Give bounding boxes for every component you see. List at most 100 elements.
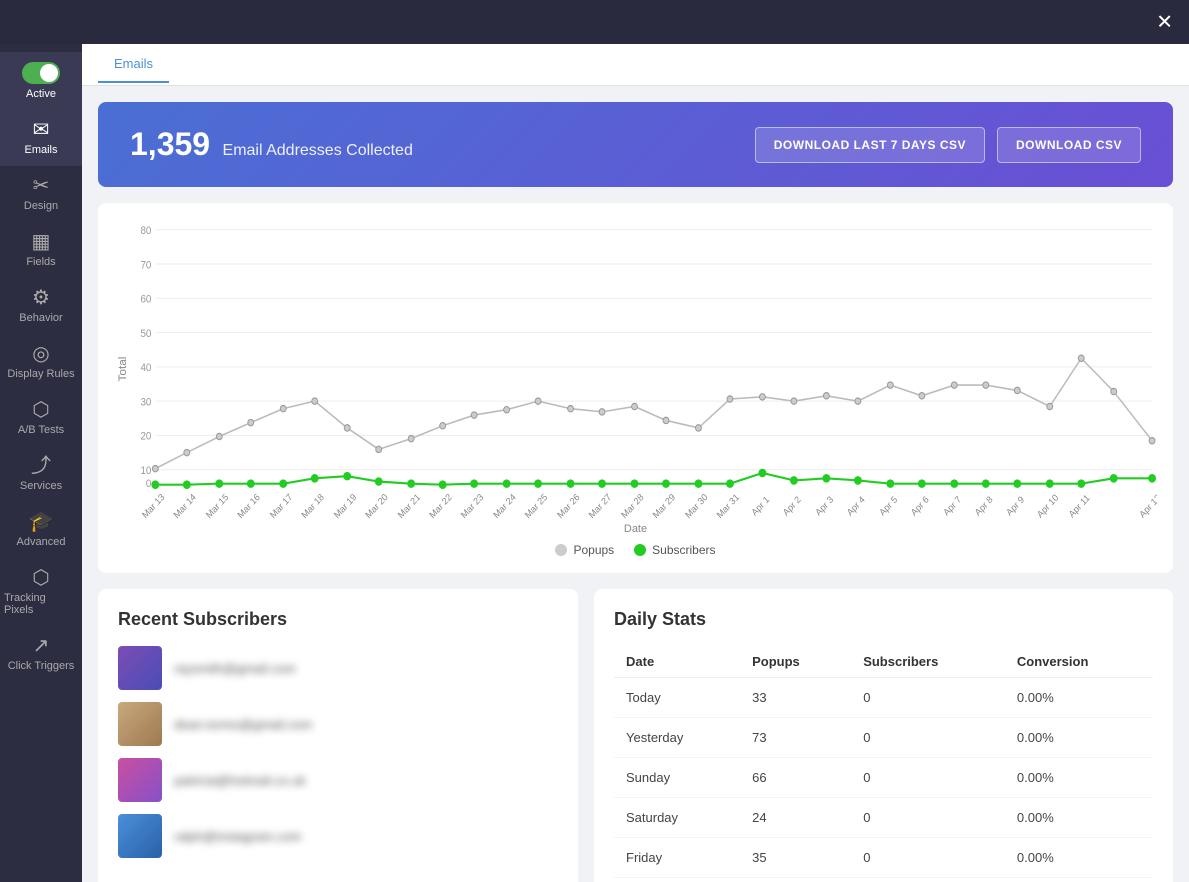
table-row: Saturday 24 0 0.00% — [614, 798, 1153, 838]
toggle-knob — [40, 64, 58, 82]
chart-section: 80 70 60 50 40 30 20 10 0 Total — [98, 203, 1173, 573]
svg-text:Mar 16: Mar 16 — [236, 492, 262, 519]
download-csv-button[interactable]: DOWNLOAD CSV — [997, 127, 1141, 163]
svg-text:Apr 9: Apr 9 — [1004, 494, 1026, 518]
cell-popups: 73 — [740, 718, 851, 758]
svg-text:Apr 3: Apr 3 — [814, 494, 836, 518]
svg-text:Apr 8: Apr 8 — [973, 494, 995, 518]
cell-conversion: 0.00% — [1005, 878, 1153, 882]
daily-stats-panel: Daily Stats Date Popups Subscribers Conv… — [594, 589, 1173, 882]
col-conversion: Conversion — [1005, 646, 1153, 678]
cell-conversion: 0.00% — [1005, 718, 1153, 758]
svg-text:Mar 22: Mar 22 — [427, 492, 453, 519]
subscriber-list: raysmith@gmail.com dean.torres@gmail.com… — [118, 646, 558, 858]
subscriber-item: dean.torres@gmail.com — [118, 702, 558, 746]
svg-text:Total: Total — [117, 357, 128, 382]
svg-text:Mar 24: Mar 24 — [491, 492, 517, 519]
svg-text:Mar 26: Mar 26 — [555, 492, 581, 519]
col-popups: Popups — [740, 646, 851, 678]
sidebar-item-label: Design — [24, 200, 58, 212]
svg-text:40: 40 — [140, 363, 151, 374]
fields-icon: ▦ — [32, 232, 51, 252]
cell-date: Thursday — [614, 878, 740, 882]
stats-label: Email Addresses Collected — [223, 142, 413, 159]
sidebar-item-label: Emails — [24, 144, 57, 156]
table-row: Yesterday 73 0 0.00% — [614, 718, 1153, 758]
chart-area: 80 70 60 50 40 30 20 10 0 Total — [114, 219, 1157, 519]
sidebar-item-display-rules[interactable]: ◎ Display Rules — [0, 334, 82, 390]
svg-text:Apr 10: Apr 10 — [1035, 492, 1060, 519]
cell-subscribers: 0 — [851, 838, 1005, 878]
svg-text:Apr 7: Apr 7 — [941, 494, 963, 518]
legend-subscribers-label: Subscribers — [652, 543, 715, 557]
tracking-pixels-icon: ⬡ — [32, 568, 49, 588]
svg-text:Apr 11: Apr 11 — [1067, 493, 1092, 519]
sidebar-item-label: A/B Tests — [18, 424, 64, 436]
ab-tests-icon: ⬡ — [32, 400, 49, 420]
daily-stats-title: Daily Stats — [614, 609, 1153, 630]
sidebar-item-tracking-pixels[interactable]: ⬡ Tracking Pixels — [0, 558, 82, 626]
cell-subscribers: 0 — [851, 758, 1005, 798]
cell-conversion: 0.00% — [1005, 758, 1153, 798]
svg-text:Mar 28: Mar 28 — [619, 492, 645, 519]
svg-text:Mar 14: Mar 14 — [172, 492, 198, 519]
top-bar: ✕ — [0, 0, 1189, 44]
sidebar-item-click-triggers[interactable]: ↗ Click Triggers — [0, 626, 82, 682]
svg-text:Apr 2: Apr 2 — [781, 494, 803, 518]
table-row: Sunday 66 0 0.00% — [614, 758, 1153, 798]
stats-count-area: 1,359 Email Addresses Collected — [130, 126, 413, 163]
sidebar-item-emails[interactable]: ✉ Emails — [0, 110, 82, 166]
svg-text:Mar 27: Mar 27 — [587, 492, 613, 519]
sidebar-item-behavior[interactable]: ⚙ Behavior — [0, 278, 82, 334]
legend-subscribers-dot — [634, 544, 646, 556]
sidebar: Active ✉ Emails ✂ Design ▦ Fields ⚙ Beha… — [0, 44, 82, 882]
close-icon[interactable]: ✕ — [1156, 10, 1173, 35]
svg-text:Apr 4: Apr 4 — [845, 494, 867, 518]
cell-popups: 33 — [740, 678, 851, 718]
svg-text:Mar 20: Mar 20 — [364, 492, 390, 519]
main-content: Emails 1,359 Email Addresses Collected D… — [82, 44, 1189, 882]
sidebar-item-label: Tracking Pixels — [4, 592, 78, 616]
sidebar-item-ab-tests[interactable]: ⬡ A/B Tests — [0, 390, 82, 446]
sidebar-item-label: Advanced — [17, 536, 66, 548]
table-row: Friday 35 0 0.00% — [614, 838, 1153, 878]
svg-text:30: 30 — [140, 397, 151, 408]
cell-date: Yesterday — [614, 718, 740, 758]
active-toggle[interactable] — [22, 62, 60, 84]
svg-text:Mar 19: Mar 19 — [332, 492, 358, 519]
svg-text:50: 50 — [140, 329, 151, 340]
svg-text:Mar 18: Mar 18 — [300, 492, 326, 519]
app-container: Active ✉ Emails ✂ Design ▦ Fields ⚙ Beha… — [0, 44, 1189, 882]
chart-legend: Popups Subscribers — [114, 543, 1157, 557]
sidebar-item-label: Active — [26, 88, 56, 100]
sidebar-item-label: Display Rules — [7, 368, 74, 380]
sidebar-item-fields[interactable]: ▦ Fields — [0, 222, 82, 278]
sidebar-item-label: Click Triggers — [8, 660, 75, 672]
cell-popups: 24 — [740, 798, 851, 838]
sidebar-item-advanced[interactable]: 🎓 Advanced — [0, 502, 82, 558]
stats-count: 1,359 — [130, 126, 210, 162]
svg-text:Mar 23: Mar 23 — [459, 492, 485, 519]
svg-text:Apr 5: Apr 5 — [877, 494, 899, 518]
tab-bar: Emails — [82, 44, 1189, 86]
content-area: 1,359 Email Addresses Collected DOWNLOAD… — [82, 86, 1189, 882]
tab-emails[interactable]: Emails — [98, 46, 169, 83]
recent-subscribers-panel: Recent Subscribers raysmith@gmail.com de… — [98, 589, 578, 882]
sidebar-item-design[interactable]: ✂ Design — [0, 166, 82, 222]
cell-date: Today — [614, 678, 740, 718]
sidebar-item-label: Behavior — [19, 312, 62, 324]
table-row: Thursday 58 0 0.00% — [614, 878, 1153, 882]
sidebar-item-active[interactable]: Active — [0, 52, 82, 110]
cell-conversion: 0.00% — [1005, 798, 1153, 838]
svg-text:Apr 6: Apr 6 — [909, 494, 931, 518]
svg-text:Mar 30: Mar 30 — [683, 492, 709, 519]
sidebar-item-services[interactable]: ⤴ Services — [0, 446, 82, 502]
subscriber-item: ralph@instagram.com — [118, 814, 558, 858]
avatar — [118, 702, 162, 746]
recent-subscribers-title: Recent Subscribers — [118, 609, 558, 630]
cell-subscribers: 0 — [851, 678, 1005, 718]
download-7days-button[interactable]: DOWNLOAD LAST 7 DAYS CSV — [755, 127, 985, 163]
svg-text:60: 60 — [140, 294, 151, 305]
stats-banner: 1,359 Email Addresses Collected DOWNLOAD… — [98, 102, 1173, 187]
cell-subscribers: 0 — [851, 798, 1005, 838]
